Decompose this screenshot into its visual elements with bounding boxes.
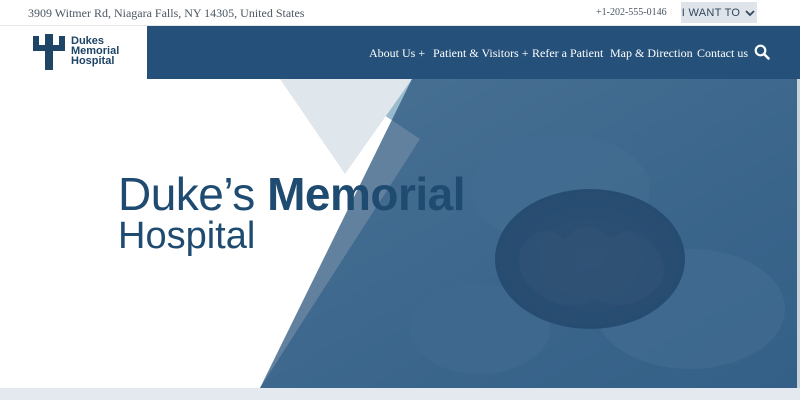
hero-subtitle: Hospital xyxy=(118,215,256,257)
hero-title: Duke’s Memorial xyxy=(118,171,466,217)
hero-banner: Duke’s Memorial Hospital xyxy=(0,79,800,388)
hero-title-part-1: Duke’s xyxy=(118,168,255,220)
logo-line-3: Hospital xyxy=(71,55,115,67)
main-nav: About Us + Patient & Visitors + Refer a … xyxy=(147,26,800,79)
logo[interactable]: Dukes Memorial Hospital xyxy=(0,26,147,79)
hero-title-part-2: Memorial xyxy=(267,168,466,220)
phone-link[interactable]: +1-202-555-0146 xyxy=(596,7,667,18)
i-want-to-dropdown[interactable]: I WANT TO xyxy=(681,2,757,23)
nav-patient-visitors[interactable]: Patient & Visitors + xyxy=(433,46,529,61)
nav-map-direction[interactable]: Map & Direction xyxy=(610,46,693,61)
i-want-to-label: I WANT TO xyxy=(681,6,741,19)
section-divider-strip xyxy=(0,388,800,400)
logo-cross-icon xyxy=(33,34,65,70)
nav-about-us[interactable]: About Us + xyxy=(369,46,425,61)
logo-text: Dukes Memorial Hospital xyxy=(71,36,147,67)
nav-contact-us[interactable]: Contact us xyxy=(697,46,748,61)
top-bar: 3909 Witmer Rd, Niagara Falls, NY 14305,… xyxy=(0,0,800,26)
search-icon[interactable] xyxy=(754,44,770,60)
address-text: 3909 Witmer Rd, Niagara Falls, NY 14305,… xyxy=(28,6,305,20)
nav-refer-a-patient[interactable]: Refer a Patient xyxy=(532,46,603,61)
chevron-down-icon xyxy=(745,9,755,16)
